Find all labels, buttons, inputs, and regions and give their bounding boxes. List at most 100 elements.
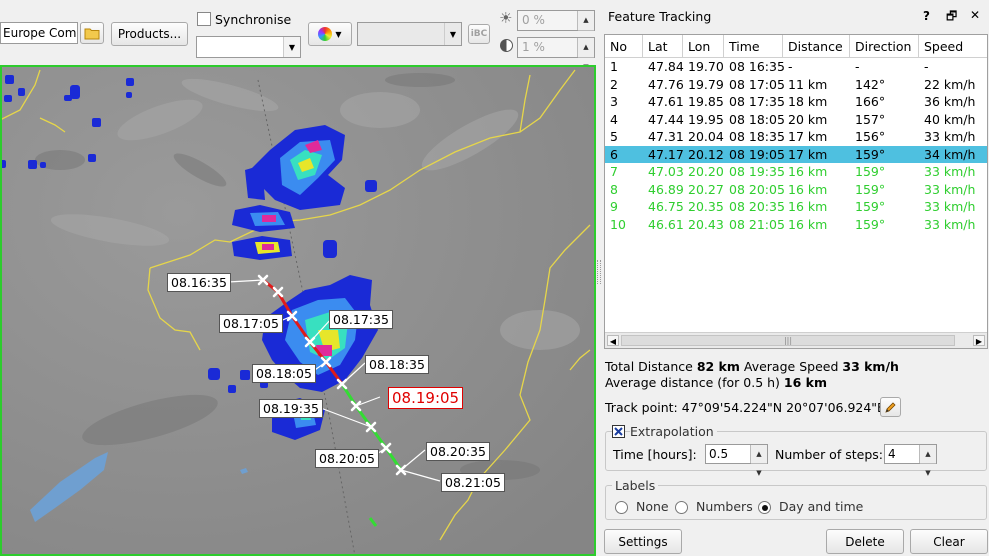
table-cell: 6 — [610, 146, 618, 162]
table-cell: 7 — [610, 164, 618, 180]
table-cell: 46.75 — [648, 199, 684, 215]
scroll-right-icon[interactable]: ▶ — [973, 335, 985, 346]
radar-map — [2, 67, 594, 554]
edit-track-point-button[interactable] — [880, 397, 901, 417]
table-cell: 08 17:35 — [729, 94, 785, 110]
radar-map-view[interactable]: 08.16:35 08.17:05 08.17:35 08.18:05 08.1… — [0, 65, 596, 556]
table-cell: 47.03 — [648, 164, 684, 180]
table-cell: 5 — [610, 129, 618, 145]
table-row[interactable]: 10 46.61 20.43 08 21:05 16 km 159° 33 km/h — [605, 216, 987, 234]
column-header[interactable]: Direction — [850, 35, 919, 57]
table-cell: 20.04 — [688, 129, 724, 145]
table-row[interactable]: 5 47.31 20.04 08 18:35 17 km 156° 33 km/h — [605, 128, 987, 146]
table-cell: 10 — [610, 216, 626, 232]
track-label-2: 08.17:05 — [219, 314, 283, 333]
extrapolation-checkbox[interactable] — [612, 425, 625, 438]
total-distance-line: Total Distance 82 km Average Speed 33 km… — [605, 359, 899, 374]
table-cell: 20.27 — [688, 181, 724, 197]
table-cell: 3 — [610, 94, 618, 110]
table-row[interactable]: 2 47.76 19.79 08 17:05 11 km 142° 22 km/h — [605, 76, 987, 94]
track-label-8: 08.20:05 — [315, 449, 379, 468]
opacity-spinbox[interactable]: 0 % ▲▼ — [517, 10, 595, 44]
table-cell: 8 — [610, 181, 618, 197]
track-point-value: 47°09'54.224"N 20°07'06.924"E — [681, 400, 885, 415]
track-label-7: 08.19:35 — [259, 399, 323, 418]
chevron-down-icon: ▼ — [335, 29, 342, 39]
clear-button[interactable]: Clear — [910, 529, 988, 554]
settings-button[interactable]: Settings — [604, 529, 682, 554]
delete-button[interactable]: Delete — [826, 529, 904, 554]
close-icon[interactable]: ✕ — [970, 8, 980, 22]
horizontal-scrollbar[interactable]: ◀ ||| ▶ — [605, 332, 987, 348]
ibc-button[interactable]: iBC — [468, 24, 490, 44]
label-option-none[interactable]: None — [615, 499, 669, 514]
table-row[interactable]: 7 47.03 20.20 08 19:35 16 km 159° 33 km/h — [605, 163, 987, 181]
float-panel-icon[interactable]: 🗗 — [946, 7, 957, 28]
average-distance-value: 16 km — [783, 375, 828, 390]
table-row[interactable]: 9 46.75 20.35 08 20:35 16 km 159° 33 km/h — [605, 198, 987, 216]
table-row[interactable]: 4 47.44 19.95 08 18:05 20 km 157° 40 km/h — [605, 111, 987, 129]
track-label-10: 08.21:05 — [441, 473, 505, 492]
table-cell: 47.44 — [648, 111, 684, 127]
table-row[interactable]: 3 47.61 19.85 08 17:35 18 km 166° 36 km/h — [605, 93, 987, 111]
table-cell: 19.95 — [688, 111, 724, 127]
average-speed-value: 33 km/h — [842, 359, 899, 374]
table-cell: 47.84 — [648, 59, 684, 75]
column-header[interactable]: Time — [724, 35, 783, 57]
synchronise-combo[interactable]: ▼ — [196, 36, 301, 58]
column-header[interactable]: Distance — [783, 35, 850, 57]
table-cell: 20.43 — [688, 216, 724, 232]
track-label-9: 08.20:35 — [426, 442, 490, 461]
scrollbar-thumb[interactable]: ||| — [621, 335, 955, 346]
table-cell: 46.61 — [648, 216, 684, 232]
product-combo[interactable]: Europe Compo — [0, 22, 78, 44]
checkmark-icon — [614, 427, 623, 436]
label-option-numbers[interactable]: Numbers — [675, 499, 753, 514]
layer-combo[interactable]: ▼ — [357, 22, 462, 46]
table-cell: 156° — [855, 129, 886, 145]
help-icon[interactable]: ? — [923, 9, 930, 23]
column-header[interactable]: Speed — [919, 35, 987, 57]
column-header[interactable]: Lon — [683, 35, 724, 57]
color-palette-button[interactable]: ▼ — [308, 22, 352, 46]
table-cell: 47.17 — [648, 146, 684, 162]
gamma-spinbox[interactable]: 1 % ▲▼ — [517, 37, 595, 71]
products-button[interactable]: Products... — [111, 22, 188, 46]
column-header[interactable]: Lat — [643, 35, 683, 57]
column-header[interactable]: No — [605, 35, 643, 57]
panel-splitter[interactable] — [597, 260, 601, 284]
table-cell: 08 20:35 — [729, 199, 785, 215]
tracking-table[interactable]: No Lat Lon Time Distance Direction Speed… — [604, 34, 988, 349]
table-cell: 08 19:05 — [729, 146, 785, 162]
synchronise-label: Synchronise — [215, 12, 292, 27]
table-body: 1 47.84 19.70 08 16:35- - -2 47.76 19.79 08 17:0… — [605, 58, 987, 233]
time-hours-spinbox[interactable]: 0.5 ▲ ▼ — [705, 444, 768, 477]
table-cell: 4 — [610, 111, 618, 127]
table-cell: 16 km — [788, 181, 828, 197]
average-distance-line: Average distance (for 0.5 h) 16 km — [605, 375, 828, 390]
table-cell: 166° — [855, 94, 886, 110]
synchronise-checkbox[interactable] — [197, 12, 211, 26]
table-cell: 9 — [610, 199, 618, 215]
table-cell: 08 21:05 — [729, 216, 785, 232]
table-cell: 08 20:05 — [729, 181, 785, 197]
radio-button[interactable] — [615, 501, 628, 514]
scroll-left-icon[interactable]: ◀ — [607, 335, 619, 346]
table-cell: 159° — [855, 216, 886, 232]
open-folder-button[interactable] — [80, 22, 104, 44]
table-cell: 16 km — [788, 216, 828, 232]
radio-button-selected[interactable] — [758, 501, 771, 514]
table-row-selected[interactable]: 6 47.17 20.12 08 19:05 17 km 159° 34 km/h — [605, 145, 987, 163]
table-cell: 08 18:35 — [729, 129, 785, 145]
table-cell: 46.89 — [648, 181, 684, 197]
radio-button[interactable] — [675, 501, 688, 514]
table-row[interactable]: 8 46.89 20.27 08 20:05 16 km 159° 33 km/h — [605, 181, 987, 199]
table-cell: 1 — [610, 59, 618, 75]
table-row[interactable]: 1 47.84 19.70 08 16:35- - - — [605, 58, 987, 76]
table-cell: 16 km — [788, 164, 828, 180]
label-option-day-and-time[interactable]: Day and time — [758, 499, 863, 514]
steps-spinbox[interactable]: 4 ▲ ▼ — [884, 444, 937, 477]
table-cell: 17 km — [788, 146, 828, 162]
table-cell: 36 km/h — [924, 94, 976, 110]
table-cell: 17 km — [788, 129, 828, 145]
